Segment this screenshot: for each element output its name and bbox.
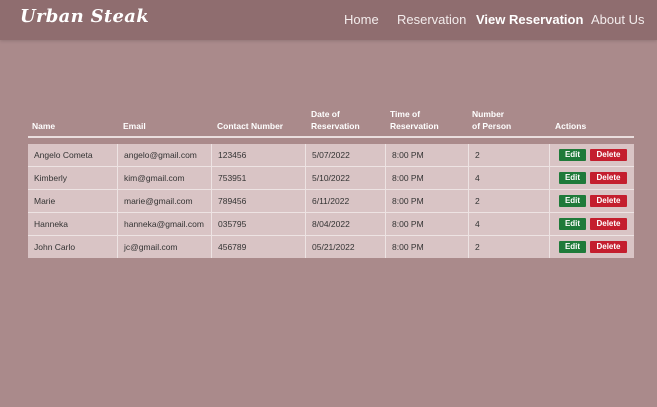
nav-view-reservation[interactable]: View Reservation [476, 12, 583, 27]
cell-persons: 2 [468, 190, 549, 212]
table-header: Name Email Contact Number Date of Reserva… [28, 103, 634, 138]
header-time-of-reservation: Time of Reservation [390, 109, 439, 131]
edit-button[interactable]: Edit [559, 149, 586, 161]
delete-button[interactable]: Delete [590, 195, 627, 207]
nav-reservation[interactable]: Reservation [397, 12, 466, 27]
cell-persons: 4 [468, 167, 549, 189]
reservations-table: Name Email Contact Number Date of Reserva… [28, 103, 634, 258]
header-email: Email [123, 121, 146, 131]
cell-time: 8:00 PM [385, 213, 468, 235]
delete-button[interactable]: Delete [590, 172, 627, 184]
top-navbar: Urban Steak Home Reservation View Reserv… [0, 0, 657, 40]
cell-date: 8/04/2022 [305, 213, 385, 235]
brand-logo[interactable]: Urban Steak [20, 6, 149, 27]
cell-name: Marie [34, 196, 56, 206]
nav-about-us[interactable]: About Us [591, 12, 644, 27]
cell-contact: 753951 [211, 167, 305, 189]
cell-actions: Edit Delete [549, 236, 634, 258]
cell-contact: 789456 [211, 190, 305, 212]
cell-time: 8:00 PM [385, 236, 468, 258]
cell-actions: Edit Delete [549, 213, 634, 235]
edit-button[interactable]: Edit [559, 241, 586, 253]
header-contact-number: Contact Number [217, 121, 284, 131]
cell-date: 6/11/2022 [305, 190, 385, 212]
cell-actions: Edit Delete [549, 190, 634, 212]
cell-contact: 035795 [211, 213, 305, 235]
edit-button[interactable]: Edit [559, 218, 586, 230]
cell-name: John Carlo [34, 242, 76, 252]
edit-button[interactable]: Edit [559, 195, 586, 207]
cell-name: Kimberly [34, 173, 68, 183]
delete-button[interactable]: Delete [590, 218, 627, 230]
cell-persons: 2 [468, 144, 549, 166]
header-actions: Actions [555, 121, 587, 131]
table-row: John Carlo jc@gmail.com 456789 05/21/2022 8:… [28, 236, 634, 258]
cell-date: 5/07/2022 [305, 144, 385, 166]
edit-button[interactable]: Edit [559, 172, 586, 184]
cell-name: Hanneka [34, 219, 69, 229]
cell-actions: Edit Delete [549, 167, 634, 189]
table-body: Angelo Cometa angelo@gmail.com 123456 5/07/… [28, 144, 634, 258]
cell-contact: 456789 [211, 236, 305, 258]
nav-home[interactable]: Home [344, 12, 379, 27]
cell-email: marie@gmail.com [117, 190, 211, 212]
cell-persons: 4 [468, 213, 549, 235]
delete-button[interactable]: Delete [590, 241, 627, 253]
cell-persons: 2 [468, 236, 549, 258]
cell-email: hanneka@gmail.com [117, 213, 211, 235]
table-row: Marie marie@gmail.com 789456 6/11/2022 8:00 … [28, 190, 634, 213]
header-date-of-reservation: Date of Reservation [311, 109, 360, 131]
cell-email: angelo@gmail.com [117, 144, 211, 166]
cell-contact: 123456 [211, 144, 305, 166]
table-row: Angelo Cometa angelo@gmail.com 123456 5/07/… [28, 144, 634, 167]
delete-button[interactable]: Delete [590, 149, 627, 161]
cell-email: jc@gmail.com [117, 236, 211, 258]
cell-date: 05/21/2022 [305, 236, 385, 258]
cell-date: 5/10/2022 [305, 167, 385, 189]
cell-time: 8:00 PM [385, 167, 468, 189]
cell-actions: Edit Delete [549, 144, 634, 166]
cell-email: kim@gmail.com [117, 167, 211, 189]
table-row: Hanneka hanneka@gmail.com 035795 8/04/2022 8… [28, 213, 634, 236]
table-row: Kimberly kim@gmail.com 753951 5/10/2022 8:00… [28, 167, 634, 190]
header-name: Name [32, 121, 56, 131]
cell-time: 8:00 PM [385, 144, 468, 166]
cell-name: Angelo Cometa [34, 150, 93, 160]
header-number-of-person: Number of Person [472, 109, 512, 131]
cell-time: 8:00 PM [385, 190, 468, 212]
